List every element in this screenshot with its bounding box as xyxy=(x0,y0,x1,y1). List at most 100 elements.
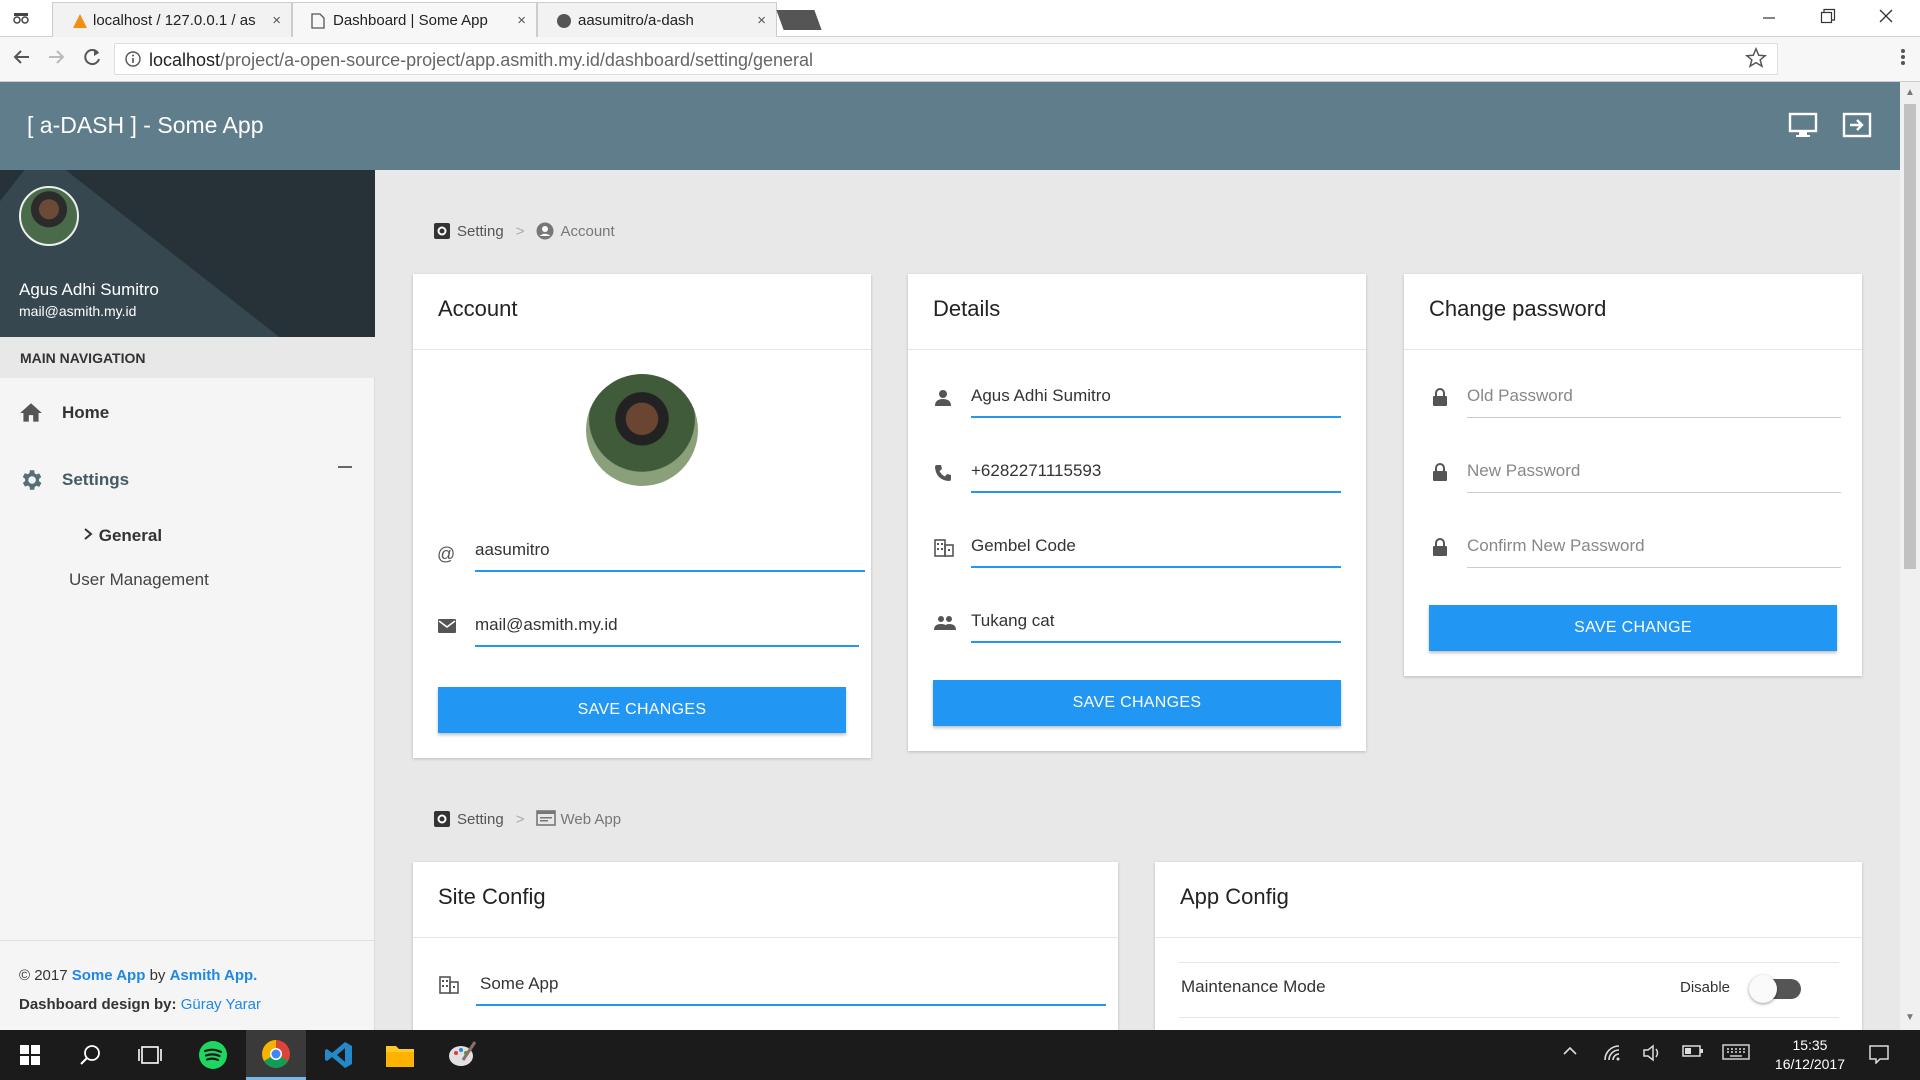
clock-date: 16/12/2017 xyxy=(1774,1056,1845,1072)
tab-phpmyadmin[interactable]: localhost / 127.0.0.1 / as × xyxy=(52,2,292,37)
page-scrollbar[interactable]: ▲ ▼ xyxy=(1900,82,1920,1030)
profile-name: Agus Adhi Sumitro xyxy=(19,280,159,299)
by-text: by xyxy=(149,967,166,984)
card-title: Site Config xyxy=(438,884,546,909)
browser-menu-icon[interactable] xyxy=(1900,47,1906,73)
save-changes-button[interactable]: SAVE CHANGES xyxy=(933,680,1341,726)
info-icon[interactable] xyxy=(125,51,141,71)
building-icon xyxy=(439,976,461,998)
reload-icon[interactable] xyxy=(82,47,102,73)
monitor-icon[interactable] xyxy=(1788,112,1818,138)
profile-panel: Agus Adhi Sumitro mail@asmith.my.id xyxy=(0,170,375,337)
breadcrumb-root[interactable]: Setting xyxy=(457,811,504,828)
start-button[interactable] xyxy=(0,1030,60,1080)
sidebar-subitem-general[interactable]: General xyxy=(82,526,162,546)
new-tab-button[interactable] xyxy=(776,10,822,30)
username-field[interactable]: aasumitro xyxy=(475,532,865,572)
forward-arrow-icon[interactable] xyxy=(46,47,66,73)
site-config-card: Site Config Some App xyxy=(413,862,1118,1030)
breadcrumb-current: Web App xyxy=(560,810,622,828)
collapse-minus-icon[interactable] xyxy=(338,466,352,468)
scroll-up-arrow-icon[interactable]: ▲ xyxy=(1905,87,1915,98)
gear-icon xyxy=(18,467,44,493)
minimize-icon[interactable] xyxy=(1762,6,1776,31)
volume-icon[interactable] xyxy=(1642,1044,1662,1067)
phone-field[interactable]: +6282271115593 xyxy=(971,453,1341,493)
tab-close-icon[interactable]: × xyxy=(517,12,526,29)
confirm-password-input[interactable]: Confirm New Password xyxy=(1467,528,1841,568)
settings-box-icon xyxy=(433,810,451,828)
keyboard-icon[interactable] xyxy=(1722,1044,1750,1065)
designer-link[interactable]: Güray Yarar xyxy=(181,996,261,1013)
url-text: localhost/project/a-open-source-project/… xyxy=(149,50,814,70)
building-icon xyxy=(934,539,956,561)
sidebar: Agus Adhi Sumitro mail@asmith.my.id MAIN… xyxy=(0,170,375,1030)
battery-icon[interactable] xyxy=(1682,1044,1704,1063)
tab-close-icon[interactable]: × xyxy=(757,12,766,29)
scroll-down-arrow-icon[interactable]: ▼ xyxy=(1905,1012,1915,1023)
tab-label: localhost / 127.0.0.1 / as xyxy=(93,11,256,29)
wifi-icon[interactable] xyxy=(1603,1044,1623,1067)
notification-center-icon[interactable] xyxy=(1868,1044,1890,1069)
profile-email: mail@asmith.my.id xyxy=(19,303,137,319)
company-link[interactable]: Asmith App. xyxy=(170,967,258,984)
company-field[interactable]: Gembel Code xyxy=(971,528,1341,568)
folder-icon xyxy=(386,1046,414,1067)
account-card: Account @ aasumitro mail@asmith.my.id SA… xyxy=(413,274,871,758)
group-icon xyxy=(934,615,956,637)
save-change-button[interactable]: SAVE CHANGE xyxy=(1429,605,1837,651)
breadcrumb-root[interactable]: Setting xyxy=(457,223,504,240)
app-link[interactable]: Some App xyxy=(72,967,146,984)
tab-close-icon[interactable]: × xyxy=(272,12,281,29)
chrome-app[interactable] xyxy=(246,1030,306,1080)
sidebar-subitem-user-management[interactable]: User Management xyxy=(69,570,209,590)
name-field[interactable]: Agus Adhi Sumitro xyxy=(971,378,1341,418)
maintenance-toggle[interactable] xyxy=(1749,975,1801,1003)
person-icon xyxy=(934,389,956,411)
vscode-app[interactable] xyxy=(309,1030,369,1080)
tab-dashboard[interactable]: Dashboard | Some App × xyxy=(292,2,537,37)
bookmark-star-icon[interactable] xyxy=(1744,46,1768,75)
breadcrumb-current: Account xyxy=(560,222,615,240)
card-title: Account xyxy=(438,296,518,321)
avatar[interactable] xyxy=(19,186,79,246)
copyright-text: © 2017 xyxy=(19,967,68,984)
new-password-input[interactable]: New Password xyxy=(1467,453,1841,493)
sidebar-item-settings[interactable]: Settings xyxy=(18,467,129,493)
task-view-button[interactable] xyxy=(120,1030,180,1080)
details-card: Details Agus Adhi Sumitro +6282271115593… xyxy=(908,274,1366,751)
paint-app[interactable] xyxy=(432,1030,492,1080)
url-input[interactable]: localhost/project/a-open-source-project/… xyxy=(114,43,1778,75)
avatar[interactable] xyxy=(586,374,698,486)
taskbar-clock[interactable]: 15:35 16/12/2017 xyxy=(1775,1036,1845,1074)
windows-taskbar: 15:35 16/12/2017 xyxy=(0,1030,1920,1080)
app-header: [ a-DASH ] - Some App xyxy=(0,82,1900,170)
settings-box-icon xyxy=(433,222,451,240)
scroll-thumb[interactable] xyxy=(1904,104,1916,569)
maintenance-mode-label: Maintenance Mode xyxy=(1181,977,1326,996)
email-field[interactable]: mail@asmith.my.id xyxy=(475,607,859,647)
restore-icon[interactable] xyxy=(1820,6,1836,31)
save-changes-button[interactable]: SAVE CHANGES xyxy=(438,687,846,733)
clock-time: 15:35 xyxy=(1792,1037,1828,1053)
search-button[interactable] xyxy=(60,1030,120,1080)
tray-chevron-up-icon[interactable] xyxy=(1562,1044,1578,1063)
search-icon xyxy=(80,1045,100,1065)
breadcrumb: Setting > Account xyxy=(433,222,615,240)
toggle-knob xyxy=(1749,975,1777,1003)
back-arrow-icon[interactable] xyxy=(12,47,32,73)
sidebar-footer: © 2017 Some App by Asmith App. Dashboard… xyxy=(0,940,375,1030)
old-password-input[interactable]: Old Password xyxy=(1467,378,1841,418)
file-explorer-app[interactable] xyxy=(370,1030,430,1080)
sidebar-item-home[interactable]: Home xyxy=(18,400,109,426)
spotify-app[interactable] xyxy=(183,1030,243,1080)
web-app-icon xyxy=(536,810,557,828)
design-label: Dashboard design by: xyxy=(19,996,177,1013)
vscode-icon xyxy=(325,1042,352,1068)
close-window-icon[interactable] xyxy=(1878,6,1894,31)
job-field[interactable]: Tukang cat xyxy=(971,603,1341,643)
tab-github[interactable]: aasumitro/a-dash × xyxy=(537,2,777,37)
at-icon: @ xyxy=(437,544,456,564)
site-name-field[interactable]: Some App xyxy=(476,966,1106,1006)
logout-icon[interactable] xyxy=(1842,112,1872,138)
